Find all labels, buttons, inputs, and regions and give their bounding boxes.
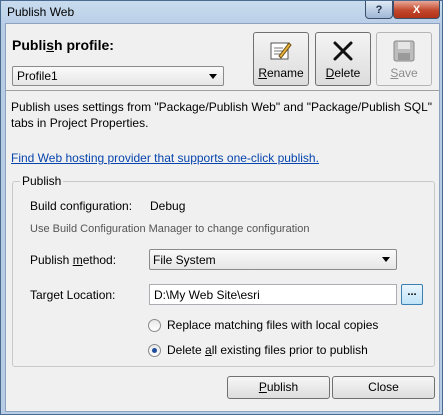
chevron-down-icon	[209, 74, 217, 79]
publish-method-value: File System	[153, 253, 216, 267]
replace-files-radio[interactable]	[148, 319, 161, 332]
replace-files-label[interactable]: Replace matching files with local copies	[167, 318, 378, 332]
window-title: Publish Web	[7, 5, 75, 19]
close-window-button[interactable]: X	[393, 1, 440, 19]
build-configuration-label: Build configuration:	[30, 199, 133, 213]
publish-button[interactable]: Publish	[227, 376, 330, 399]
save-icon	[393, 40, 415, 62]
save-button[interactable]: Save	[376, 32, 432, 86]
delete-files-label[interactable]: Delete all existing files prior to publi…	[167, 343, 368, 357]
build-configuration-value: Debug	[150, 199, 186, 213]
publish-group-title: Publish	[20, 174, 64, 188]
chevron-down-icon	[382, 257, 390, 262]
rename-label: Rename	[258, 66, 304, 80]
close-button[interactable]: Close	[332, 376, 435, 399]
title-bar[interactable]: Publish Web ? X	[1, 1, 442, 23]
publish-profile-value: Profile1	[17, 69, 58, 83]
publish-web-dialog: Publish Web ? X Publish profile: Profile…	[0, 0, 443, 415]
target-location-input[interactable]	[149, 284, 397, 305]
save-label: Save	[390, 66, 418, 80]
browse-button[interactable]: ...	[401, 284, 423, 305]
delete-label: Delete	[325, 66, 361, 80]
dialog-body: Publish profile: Profile1 Rename Delete …	[5, 23, 440, 412]
delete-button[interactable]: Delete	[315, 32, 371, 86]
hosting-provider-link[interactable]: Find Web hosting provider that supports …	[11, 151, 319, 165]
publish-profile-dropdown[interactable]: Profile1	[12, 66, 224, 86]
description-text: Publish uses settings from "Package/Publ…	[11, 100, 433, 130]
publish-method-label: Publish method:	[30, 253, 117, 267]
delete-files-radio[interactable]	[148, 344, 161, 357]
rename-icon	[270, 42, 292, 60]
build-configuration-hint: Use Build Configuration Manager to chang…	[30, 223, 310, 235]
target-location-label: Target Location:	[30, 288, 116, 302]
rename-button[interactable]: Rename	[253, 32, 309, 86]
help-button[interactable]: ?	[365, 1, 393, 19]
delete-icon	[333, 41, 353, 61]
header-divider	[6, 90, 439, 91]
publish-method-dropdown[interactable]: File System	[149, 249, 397, 270]
profile-panel: Publish profile: Profile1 Rename Delete …	[6, 24, 439, 90]
publish-profile-label: Publish profile:	[12, 37, 114, 53]
